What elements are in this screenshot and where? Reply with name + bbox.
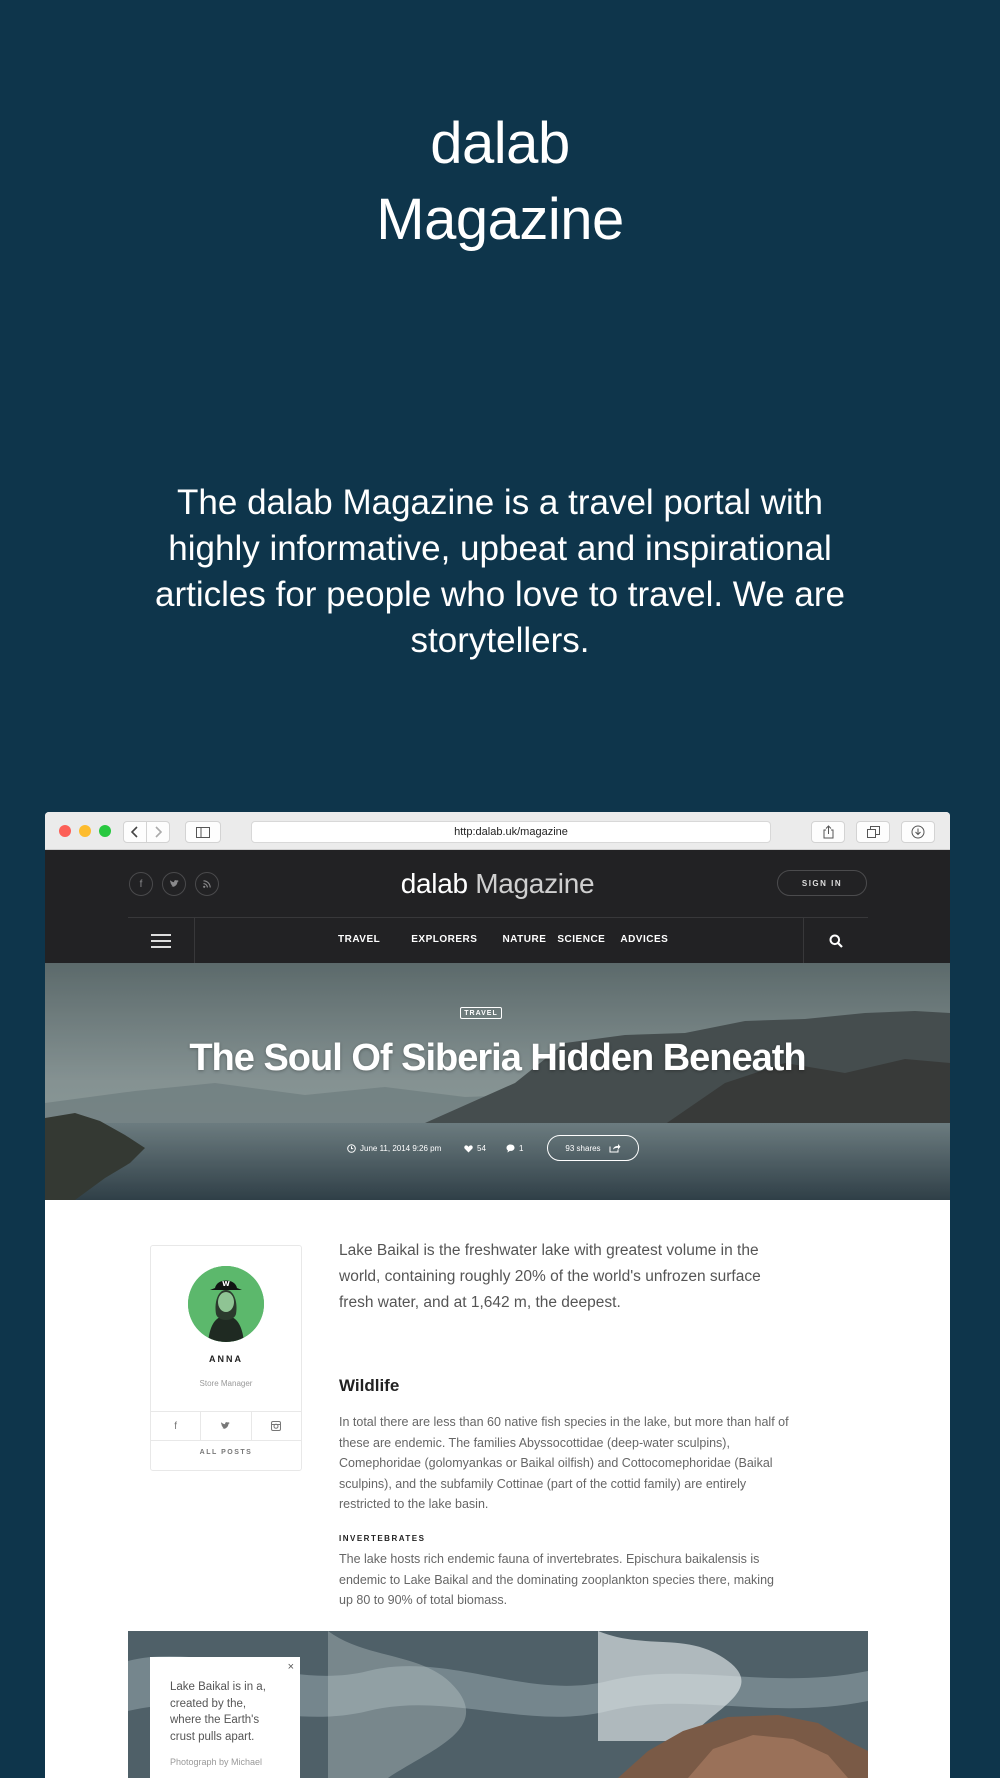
address-bar[interactable]: http:dalab.uk/magazine [251,821,771,843]
site-header: f dalab Magazine SIGN IN TRAVEL EXPLORER… [45,850,950,964]
nav-links: TRAVEL EXPLORERS NATURE SCIENCE ADVICES [338,934,668,945]
logo-light-text: Magazine [475,868,595,899]
nav-item-explorers[interactable]: EXPLORERS [411,934,477,945]
nav-item-travel[interactable]: TRAVEL [338,934,380,945]
chevron-left-icon [131,826,138,838]
caption-text: Lake Baikal is in a, created by the, whe… [170,1681,266,1743]
hero-title-line1: dalab [430,111,570,176]
svg-text:W: W [222,1280,230,1288]
tabs-icon [866,826,880,838]
logo-bold-text: dalab [400,868,468,899]
close-window-button[interactable] [59,825,71,837]
clock-icon [347,1144,356,1153]
article-date-text: June 11, 2014 9:26 pm [360,1144,442,1153]
author-card: W ANNA Store Manager f ALL POSTS [150,1245,302,1471]
author-role: Store Manager [199,1379,253,1388]
author-instagram-link[interactable] [252,1412,301,1440]
article-lead: Lake Baikal is the freshwater lake with … [339,1242,761,1311]
twitter-icon [221,1422,231,1429]
minimize-window-button[interactable] [79,825,91,837]
all-posts-link[interactable]: ALL POSTS [151,1449,301,1456]
comment-icon [506,1144,515,1153]
likes-count: 54 [477,1144,486,1153]
photo-caption: × Lake Baikal is in a, created by the, w… [150,1657,300,1778]
share-button[interactable] [811,821,845,843]
zoom-window-button[interactable] [99,825,111,837]
subsection-paragraph: The lake hosts rich endemic fauna of inv… [339,1552,774,1607]
hero-title: dalab Magazine [0,106,1000,258]
author-name: ANNA [209,1354,243,1364]
nav-item-nature[interactable]: NATURE [502,934,546,945]
caption-credit: Photograph by Michael [170,1757,263,1767]
sidebar-icon [196,826,210,838]
avatar[interactable]: W [188,1266,264,1342]
section-heading: Wildlife [339,1376,400,1395]
comments-count: 1 [519,1144,524,1153]
article-title: The Soul Of Siberia Hidden Beneath [189,1037,806,1079]
facebook-icon: f [174,1420,178,1432]
author-twitter-link[interactable] [201,1412,252,1440]
forward-button[interactable] [146,821,170,843]
article-content: W ANNA Store Manager f ALL POSTS Lake Ba… [45,1200,950,1778]
menu-button[interactable] [128,918,195,964]
search-icon [829,934,843,948]
article-likes[interactable]: 54 [464,1144,486,1153]
heart-icon [464,1144,473,1152]
download-icon [911,825,925,839]
nav-item-science[interactable]: SCIENCE [557,934,605,945]
sign-in-button[interactable]: SIGN IN [777,870,867,896]
article-date: June 11, 2014 9:26 pm [347,1144,441,1153]
author-facebook-link[interactable]: f [151,1412,202,1440]
search-button[interactable] [803,918,868,964]
share-arrow-icon [609,1144,621,1153]
hero-tagline: The dalab Magazine is a travel portal wi… [155,483,845,660]
category-badge[interactable]: TRAVEL [460,1007,502,1019]
landscape-image [45,963,950,1200]
back-button[interactable] [123,821,147,843]
tabs-button[interactable] [856,821,890,843]
author-photo: W [188,1266,264,1342]
article-photo: × Lake Baikal is in a, created by the, w… [128,1631,868,1778]
share-icon [823,825,833,839]
hamburger-icon [151,934,171,936]
share-article-button[interactable]: 93 shares [547,1135,639,1161]
nav-item-advices[interactable]: ADVICES [620,934,668,945]
sidebar-button[interactable] [185,821,221,843]
browser-window: http:dalab.uk/magazine f dalab Magazine … [45,812,950,1778]
downloads-button[interactable] [901,821,935,843]
subsection-heading: INVERTEBRATES [339,1534,426,1543]
instagram-icon [271,1421,282,1431]
article-banner: TRAVEL The Soul Of Siberia Hidden Beneat… [45,963,950,1200]
caption-close-button[interactable]: × [288,1661,294,1673]
section-paragraph: In total there are less than 60 native f… [339,1415,789,1511]
shares-count: 93 shares [565,1143,601,1153]
author-social: f [151,1411,301,1441]
hero-title-line2: Magazine [376,187,624,252]
main-nav: TRAVEL EXPLORERS NATURE SCIENCE ADVICES [128,917,868,964]
chevron-right-icon [155,826,162,838]
browser-toolbar: http:dalab.uk/magazine [45,812,950,850]
article-comments[interactable]: 1 [506,1144,523,1153]
